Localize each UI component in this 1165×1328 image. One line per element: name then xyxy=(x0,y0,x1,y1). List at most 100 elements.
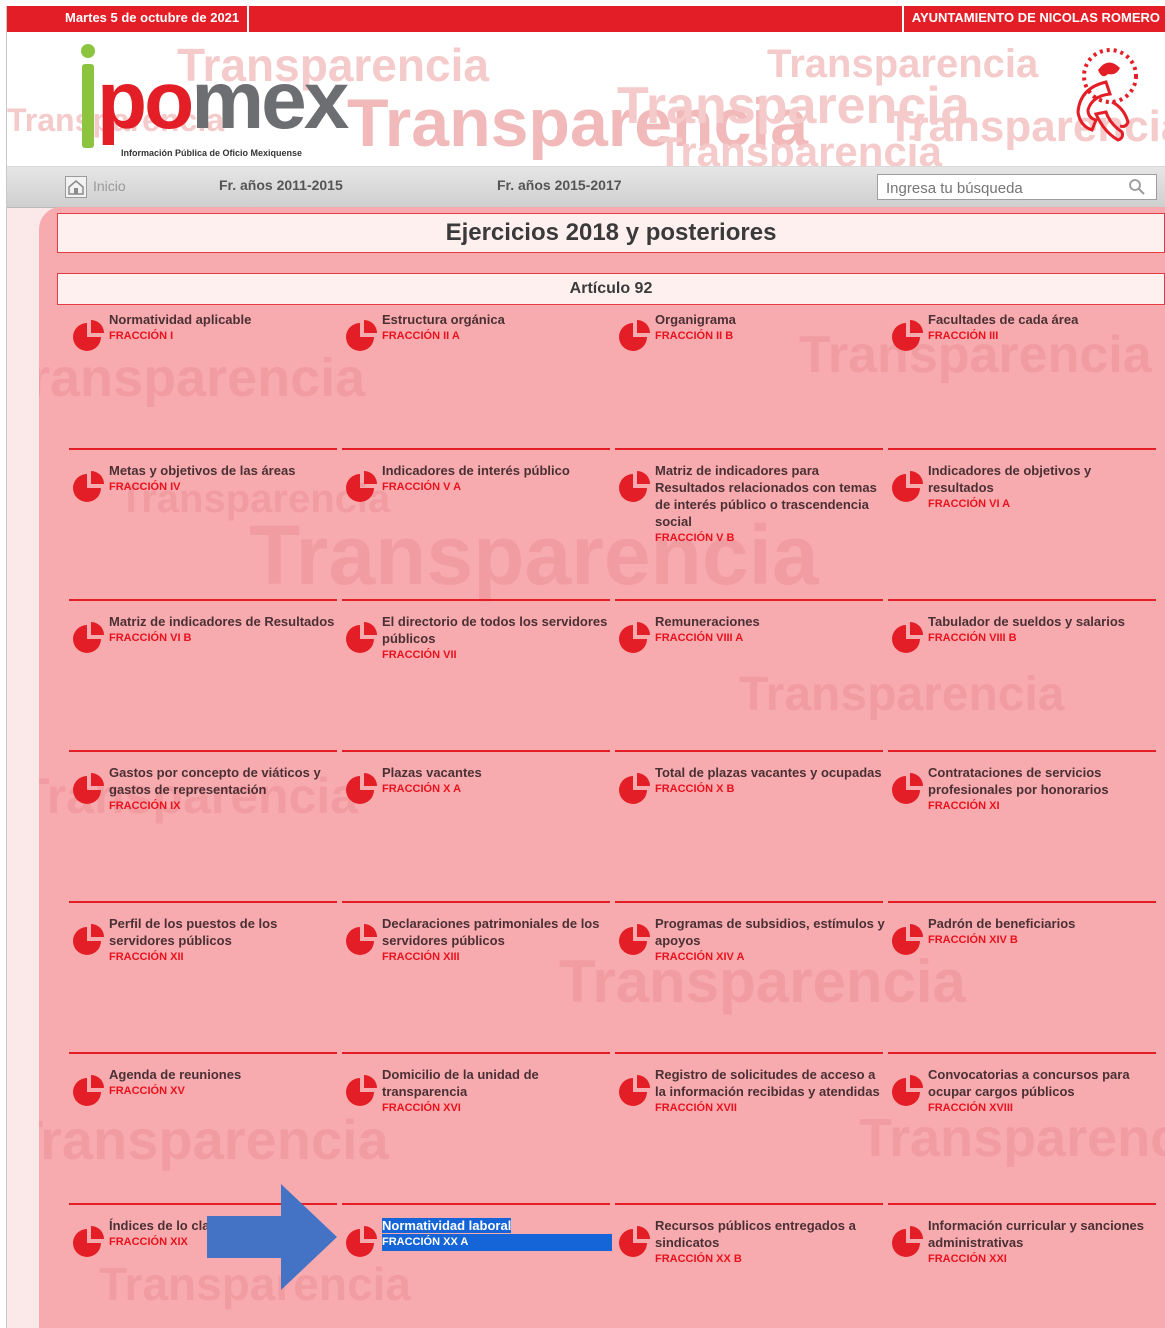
search-icon[interactable] xyxy=(1128,178,1146,196)
fraction-link[interactable]: Remuneraciones FRACCIÓN VIII A xyxy=(655,613,885,647)
nav-home-link[interactable]: Inicio xyxy=(93,178,126,194)
nav-link-2015-2017[interactable]: Fr. años 2015-2017 xyxy=(497,177,622,193)
fraction-number[interactable]: FRACCIÓN XXI xyxy=(928,1251,1158,1268)
fraction-title[interactable]: Recursos públicos entregados a sindicato… xyxy=(655,1218,856,1250)
fraction-item[interactable]: Organigrama FRACCIÓN II B xyxy=(617,311,883,461)
fraction-title[interactable]: Total de plazas vacantes y ocupadas xyxy=(655,765,882,780)
nav-link-2011-2015[interactable]: Fr. años 2011-2015 xyxy=(219,177,343,193)
fraction-number[interactable]: FRACCIÓN XIV A xyxy=(655,949,885,966)
fraction-link[interactable]: Organigrama FRACCIÓN II B xyxy=(655,311,885,345)
fraction-number[interactable]: FRACCIÓN XIII xyxy=(382,949,612,966)
fraction-title[interactable]: Matriz de indicadores de Resultados xyxy=(109,614,334,629)
fraction-title[interactable]: Indicadores de objetivos y resultados xyxy=(928,463,1091,495)
fraction-title[interactable]: Padrón de beneficiarios xyxy=(928,916,1075,931)
fraction-item[interactable]: Plazas vacantes FRACCIÓN X A xyxy=(344,764,610,914)
fraction-link[interactable]: Agenda de reuniones FRACCIÓN XV xyxy=(109,1066,339,1100)
fraction-link[interactable]: Total de plazas vacantes y ocupadas FRACC… xyxy=(655,764,885,798)
fraction-link[interactable]: Contrataciones de servicios profesionale… xyxy=(928,764,1158,815)
fraction-title[interactable]: Matriz de indicadores para Resultados re… xyxy=(655,463,877,529)
fraction-title[interactable]: Gastos por concepto de viáticos y gastos… xyxy=(109,765,321,797)
fraction-link[interactable]: Matriz de indicadores para Resultados re… xyxy=(655,462,885,547)
fraction-title[interactable]: Normatividad laboral xyxy=(382,1218,512,1233)
fraction-item[interactable]: Información curricular y sanciones admin… xyxy=(890,1217,1156,1328)
fraction-link[interactable]: Plazas vacantes FRACCIÓN X A xyxy=(382,764,612,798)
fraction-link[interactable]: Registro de solicitudes de acceso a la i… xyxy=(655,1066,885,1117)
fraction-link[interactable]: Gastos por concepto de viáticos y gastos… xyxy=(109,764,339,815)
fraction-link[interactable]: Padrón de beneficiarios FRACCIÓN XIV B xyxy=(928,915,1158,949)
fraction-number[interactable]: FRACCIÓN V B xyxy=(655,530,885,547)
fraction-title[interactable]: Agenda de reuniones xyxy=(109,1067,241,1082)
fraction-item[interactable]: Matriz de indicadores para Resultados re… xyxy=(617,462,883,612)
fraction-item[interactable]: Recursos públicos entregados a sindicato… xyxy=(617,1217,883,1328)
fraction-title[interactable]: Metas y objetivos de las áreas xyxy=(109,463,295,478)
fraction-item[interactable]: Convocatorias a concursos para ocupar ca… xyxy=(890,1066,1156,1216)
fraction-number[interactable]: FRACCIÓN XX B xyxy=(655,1251,885,1268)
fraction-number[interactable]: FRACCIÓN XII xyxy=(109,949,339,966)
fraction-link[interactable]: Información curricular y sanciones admin… xyxy=(928,1217,1158,1268)
fraction-number[interactable]: FRACCIÓN XV xyxy=(109,1083,339,1100)
fraction-title[interactable]: Domicilio de la unidad de transparencia xyxy=(382,1067,539,1099)
fraction-item[interactable]: Programas de subsidios, estímulos y apoy… xyxy=(617,915,885,1065)
fraction-number[interactable]: FRACCIÓN I xyxy=(109,328,339,345)
fraction-number[interactable]: FRACCIÓN X B xyxy=(655,781,885,798)
fraction-link[interactable]: Indicadores de objetivos y resultados FRA… xyxy=(928,462,1158,513)
fraction-item[interactable]: Facultades de cada área FRACCIÓN III xyxy=(890,311,1156,461)
fraction-title[interactable]: Convocatorias a concursos para ocupar ca… xyxy=(928,1067,1130,1099)
fraction-link[interactable]: Facultades de cada área FRACCIÓN III xyxy=(928,311,1158,345)
fraction-number[interactable]: FRACCIÓN VII xyxy=(382,647,612,664)
fraction-link[interactable]: Convocatorias a concursos para ocupar ca… xyxy=(928,1066,1158,1117)
fraction-number[interactable]: FRACCIÓN II A xyxy=(382,328,612,345)
fraction-number[interactable]: FRACCIÓN VIII A xyxy=(655,630,885,647)
fraction-number[interactable]: FRACCIÓN VIII B xyxy=(928,630,1158,647)
fraction-title[interactable]: El directorio de todos los servidores pú… xyxy=(382,614,607,646)
fraction-item[interactable]: Normatividad laboral FRACCIÓN XX A xyxy=(344,1217,612,1328)
fraction-title[interactable]: Información curricular y sanciones admin… xyxy=(928,1218,1144,1250)
fraction-number[interactable]: FRACCIÓN XI xyxy=(928,798,1158,815)
fraction-title[interactable]: Registro de solicitudes de acceso a la i… xyxy=(655,1067,880,1099)
fraction-number[interactable]: FRACCIÓN XX A xyxy=(382,1234,612,1251)
fraction-item[interactable]: Padrón de beneficiarios FRACCIÓN XIV B xyxy=(890,915,1156,1065)
fraction-number[interactable]: FRACCIÓN VI A xyxy=(928,496,1158,513)
fraction-item[interactable]: Remuneraciones FRACCIÓN VIII A xyxy=(617,613,883,763)
fraction-item[interactable]: Declaraciones patrimoniales de los servi… xyxy=(344,915,610,1065)
fraction-link[interactable]: Normatividad laboral FRACCIÓN XX A xyxy=(382,1217,612,1251)
fraction-number[interactable]: FRACCIÓN XVII xyxy=(655,1100,885,1117)
fraction-title[interactable]: Perfil de los puestos de los servidores … xyxy=(109,916,277,948)
fraction-item[interactable]: Indicadores de objetivos y resultados FRA… xyxy=(890,462,1156,612)
fraction-item[interactable]: Perfil de los puestos de los servidores … xyxy=(71,915,337,1065)
fraction-item[interactable]: Gastos por concepto de viáticos y gastos… xyxy=(71,764,337,914)
fraction-number[interactable]: FRACCIÓN X A xyxy=(382,781,612,798)
fraction-link[interactable]: Tabulador de sueldos y salarios FRACCIÓN … xyxy=(928,613,1158,647)
fraction-item[interactable]: Estructura orgánica FRACCIÓN II A xyxy=(344,311,610,461)
fraction-item[interactable]: Registro de solicitudes de acceso a la i… xyxy=(617,1066,883,1216)
fraction-link[interactable]: El directorio de todos los servidores pú… xyxy=(382,613,612,664)
fraction-item[interactable]: Total de plazas vacantes y ocupadas FRACC… xyxy=(617,764,883,914)
fraction-number[interactable]: FRACCIÓN XIV B xyxy=(928,932,1158,949)
fraction-item[interactable]: Domicilio de la unidad de transparencia F… xyxy=(344,1066,610,1216)
fraction-number[interactable]: FRACCIÓN II B xyxy=(655,328,885,345)
fraction-title[interactable]: Contrataciones de servicios profesionale… xyxy=(928,765,1109,797)
fraction-item[interactable]: Normatividad aplicable FRACCIÓN I xyxy=(71,311,337,461)
fraction-item[interactable]: Contrataciones de servicios profesionale… xyxy=(890,764,1156,914)
fraction-link[interactable]: Recursos públicos entregados a sindicato… xyxy=(655,1217,885,1268)
search-input[interactable] xyxy=(884,176,1118,200)
fraction-number[interactable]: FRACCIÓN IV xyxy=(109,479,339,496)
fraction-link[interactable]: Perfil de los puestos de los servidores … xyxy=(109,915,339,966)
fraction-title[interactable]: Plazas vacantes xyxy=(382,765,482,780)
fraction-title[interactable]: Normatividad aplicable xyxy=(109,312,251,327)
fraction-link[interactable]: Programas de subsidios, estímulos y apoy… xyxy=(655,915,885,966)
fraction-title[interactable]: Programas de subsidios, estímulos y apoy… xyxy=(655,916,885,948)
fraction-link[interactable]: Matriz de indicadores de Resultados FRACC… xyxy=(109,613,339,647)
fraction-item[interactable]: Tabulador de sueldos y salarios FRACCIÓN … xyxy=(890,613,1156,763)
fraction-item[interactable]: Metas y objetivos de las áreas FRACCIÓN I… xyxy=(71,462,337,612)
fraction-number[interactable]: FRACCIÓN XVIII xyxy=(928,1100,1158,1117)
fraction-title[interactable]: Tabulador de sueldos y salarios xyxy=(928,614,1125,629)
fraction-link[interactable]: Domicilio de la unidad de transparencia F… xyxy=(382,1066,612,1117)
fraction-title[interactable]: Estructura orgánica xyxy=(382,312,505,327)
home-icon[interactable] xyxy=(65,176,87,198)
fraction-link[interactable]: Estructura orgánica FRACCIÓN II A xyxy=(382,311,612,345)
fraction-number[interactable]: FRACCIÓN IX xyxy=(109,798,339,815)
fraction-item[interactable]: Indicadores de interés público FRACCIÓN V… xyxy=(344,462,610,612)
fraction-link[interactable]: Metas y objetivos de las áreas FRACCIÓN I… xyxy=(109,462,339,496)
fraction-item[interactable]: Matriz de indicadores de Resultados FRACC… xyxy=(71,613,337,763)
